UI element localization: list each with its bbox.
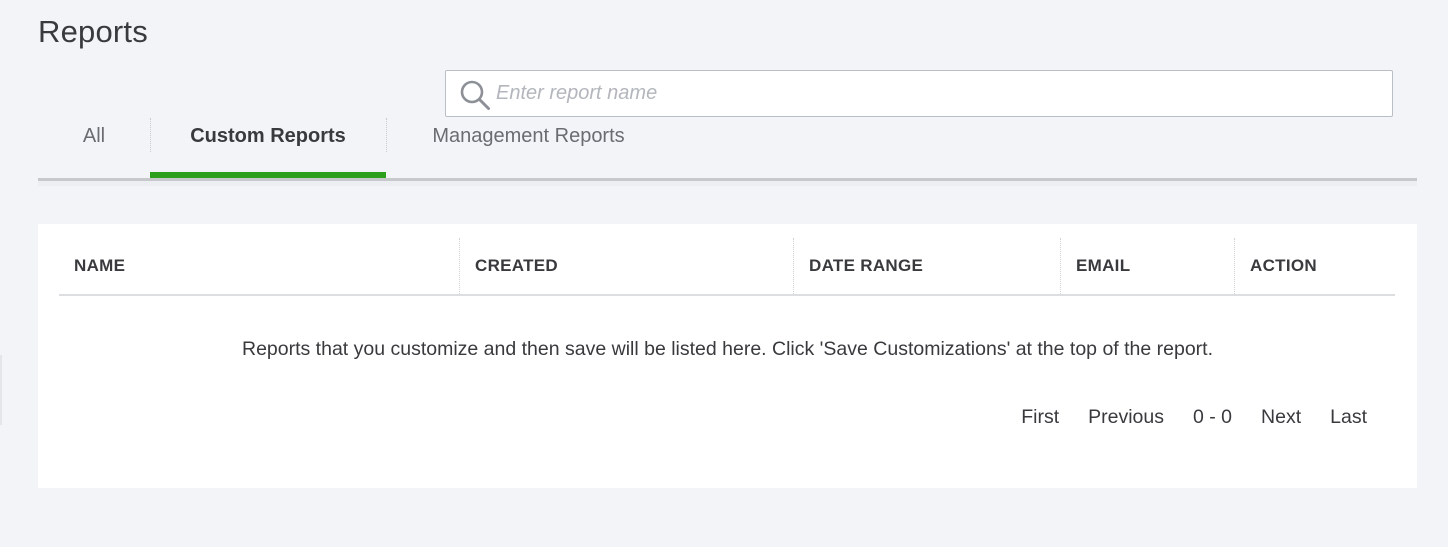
- pagination: First Previous 0 - 0 Next Last: [992, 406, 1367, 429]
- pagination-next-link[interactable]: Next: [1261, 406, 1301, 429]
- empty-table-message: Reports that you customize and then save…: [241, 338, 1214, 360]
- report-tabs: All Custom Reports Management Reports: [38, 96, 1417, 186]
- column-header-email[interactable]: EMAIL: [1060, 238, 1234, 294]
- column-header-date-range[interactable]: DATE RANGE: [793, 238, 1060, 294]
- tab-all[interactable]: All: [38, 96, 150, 176]
- column-header-created[interactable]: CREATED: [459, 238, 793, 294]
- table-header-row: NAME CREATED DATE RANGE EMAIL ACTION: [59, 238, 1395, 296]
- pagination-range: 0 - 0: [1193, 406, 1233, 428]
- left-edge-shadow: [0, 355, 2, 425]
- tabs-divider-shadow: [38, 181, 1417, 186]
- pagination-previous-link[interactable]: Previous: [1088, 406, 1164, 429]
- tab-custom-reports[interactable]: Custom Reports: [150, 96, 386, 176]
- column-header-name[interactable]: NAME: [59, 238, 459, 294]
- column-header-action: ACTION: [1234, 238, 1395, 294]
- page-title: Reports: [38, 14, 148, 49]
- pagination-last-link[interactable]: Last: [1330, 406, 1367, 429]
- custom-reports-table-card: NAME CREATED DATE RANGE EMAIL ACTION Rep…: [38, 224, 1417, 488]
- pagination-first-link[interactable]: First: [1021, 406, 1059, 429]
- tab-management-reports[interactable]: Management Reports: [386, 96, 671, 176]
